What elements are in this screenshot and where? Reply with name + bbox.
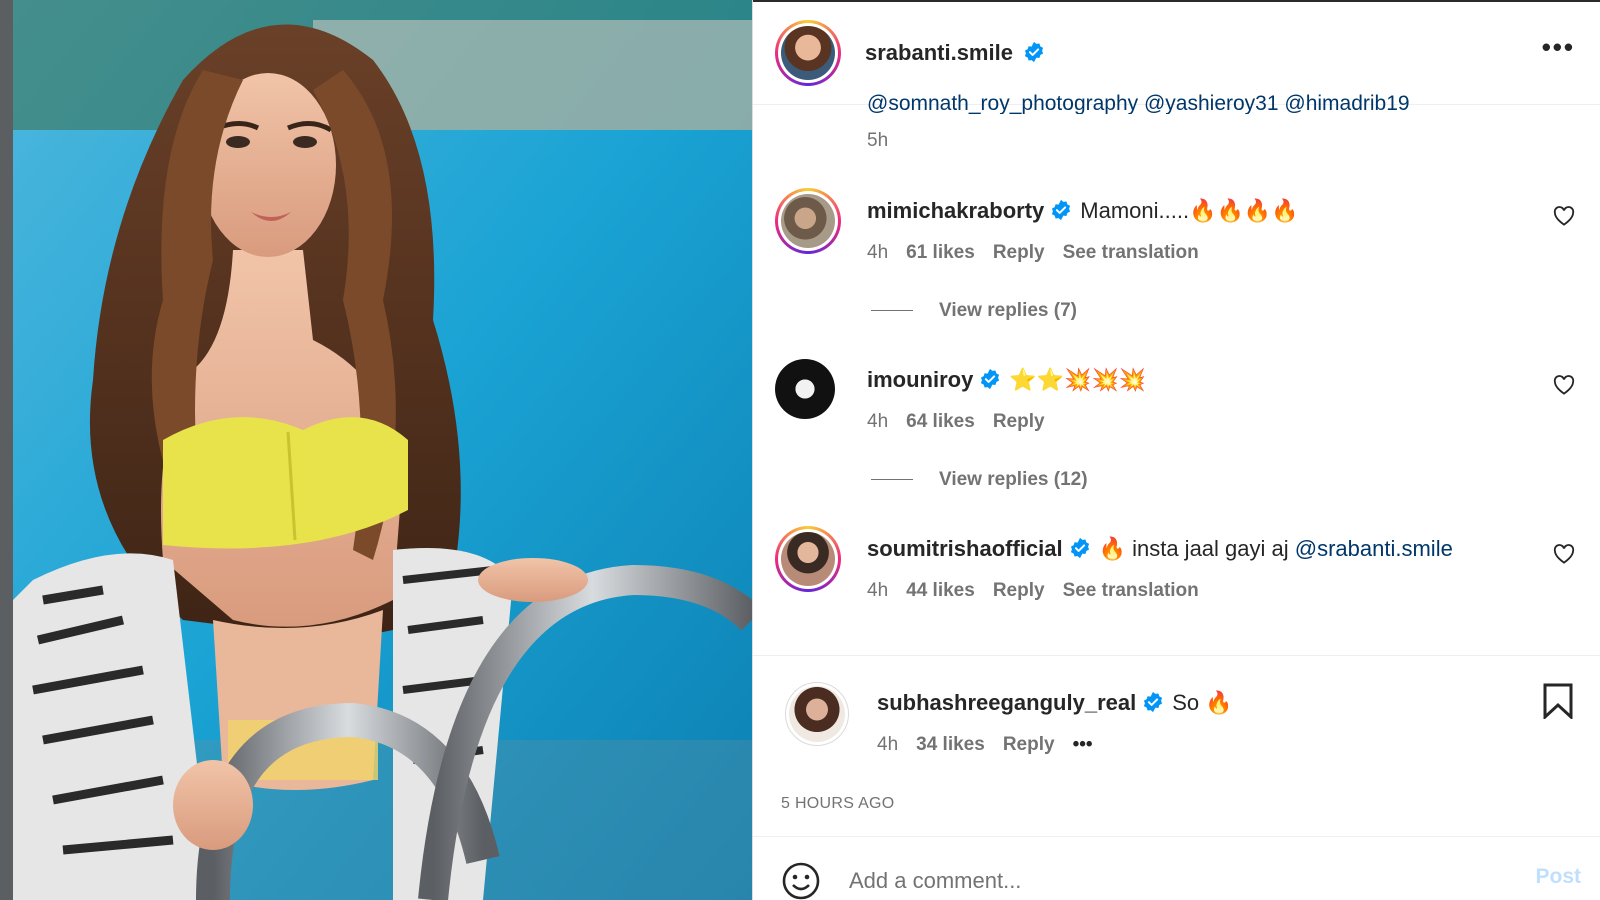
- comment-likes[interactable]: 61 likes: [906, 242, 975, 263]
- emoji-icon[interactable]: [781, 861, 821, 900]
- photo-edge: [0, 0, 13, 900]
- commenter-avatar[interactable]: [775, 526, 841, 592]
- comment-item: imouniroy ⭐⭐💥💥💥 4h 64 likes Reply: [753, 359, 1600, 447]
- post-button[interactable]: Post: [1535, 865, 1581, 889]
- verified-badge-icon: [981, 368, 1000, 390]
- commenter-avatar[interactable]: [785, 682, 849, 746]
- author-avatar[interactable]: [775, 20, 841, 86]
- mention-link[interactable]: @srabanti.smile: [1295, 536, 1453, 561]
- comment-text: ⭐⭐💥💥💥: [1009, 367, 1147, 392]
- post-timestamp: 5 HOURS AGO: [781, 795, 895, 812]
- replies-dash: [871, 479, 913, 481]
- comment-text: So 🔥: [1172, 690, 1233, 715]
- heart-icon[interactable]: [1553, 206, 1575, 226]
- heart-icon[interactable]: [1553, 375, 1575, 395]
- verified-badge-icon: [1144, 691, 1163, 713]
- view-replies-label: View replies (7): [939, 300, 1077, 321]
- comment-meta: 4h 34 likes Reply •••: [877, 734, 1111, 756]
- comment-likes[interactable]: 64 likes: [906, 411, 975, 432]
- comment-likes[interactable]: 44 likes: [906, 580, 975, 601]
- commenter-username[interactable]: mimichakraborty: [867, 198, 1044, 223]
- comment-line: soumitrishaofficial 🔥 insta jaal gayi aj …: [867, 536, 1453, 562]
- see-translation-button[interactable]: See translation: [1063, 242, 1199, 263]
- commenter-avatar[interactable]: [775, 188, 841, 254]
- verified-badge-icon: [1052, 199, 1071, 221]
- comment-more-icon[interactable]: •••: [1073, 734, 1093, 755]
- verified-badge-icon: [1070, 537, 1089, 559]
- comment-time: 4h: [877, 734, 899, 755]
- reply-button[interactable]: Reply: [993, 242, 1045, 263]
- comment-composer: Post: [753, 836, 1600, 900]
- post-image: [13, 0, 752, 900]
- view-replies-label: View replies (12): [939, 469, 1088, 490]
- commenter-username[interactable]: soumitrishaofficial: [867, 536, 1063, 561]
- caption-time: 5h: [867, 130, 889, 151]
- comment-time: 4h: [867, 242, 889, 263]
- comment-item: mimichakraborty Mamoni.....🔥🔥🔥🔥 4h 61 like…: [753, 188, 1600, 278]
- heart-icon[interactable]: [1553, 544, 1575, 564]
- comment-item: soumitrishaofficial 🔥 insta jaal gayi aj …: [753, 526, 1600, 616]
- reply-button[interactable]: Reply: [1003, 734, 1055, 755]
- comment-meta: 4h 64 likes Reply: [867, 411, 1063, 433]
- comment-likes[interactable]: 34 likes: [916, 734, 985, 755]
- caption-tags[interactable]: @somnath_roy_photography @yashieroy31 @h…: [867, 88, 1410, 114]
- reply-button[interactable]: Reply: [993, 580, 1045, 601]
- comment-item: subhashreeganguly_real So 🔥 4h 34 likes Rep…: [753, 682, 1600, 770]
- author-name-row: srabanti.smile: [865, 40, 1045, 66]
- comment-meta: 4h 44 likes Reply See translation: [867, 580, 1217, 602]
- reply-button[interactable]: Reply: [993, 411, 1045, 432]
- comment-meta: 4h 61 likes Reply See translation: [867, 242, 1217, 264]
- actions-divider: [753, 655, 1600, 656]
- comment-line: imouniroy ⭐⭐💥💥💥: [867, 367, 1146, 393]
- verified-badge-icon: [1025, 41, 1044, 63]
- comments-panel: srabanti.smile ••• @somnath_roy_photogra…: [752, 0, 1600, 900]
- comment-time: 4h: [867, 580, 889, 601]
- commenter-username[interactable]: imouniroy: [867, 367, 973, 392]
- comment-line: mimichakraborty Mamoni.....🔥🔥🔥🔥: [867, 198, 1299, 224]
- post-photo[interactable]: [0, 0, 752, 900]
- commenter-avatar[interactable]: [775, 359, 835, 419]
- comment-input[interactable]: [849, 863, 1489, 899]
- comment-text: 🔥 insta jaal gayi aj: [1098, 536, 1289, 561]
- more-options-icon[interactable]: •••: [1542, 34, 1575, 60]
- see-translation-button[interactable]: See translation: [1063, 580, 1199, 601]
- comment-time: 4h: [867, 411, 889, 432]
- comment-text: Mamoni.....🔥🔥🔥🔥: [1080, 198, 1299, 223]
- commenter-username[interactable]: subhashreeganguly_real: [877, 690, 1136, 715]
- comment-line: subhashreeganguly_real So 🔥: [877, 690, 1233, 716]
- view-replies-button[interactable]: View replies (7): [871, 300, 1077, 322]
- author-username[interactable]: srabanti.smile: [865, 40, 1013, 65]
- bookmark-icon[interactable]: [1542, 683, 1574, 719]
- replies-dash: [871, 310, 913, 312]
- view-replies-button[interactable]: View replies (12): [871, 469, 1088, 491]
